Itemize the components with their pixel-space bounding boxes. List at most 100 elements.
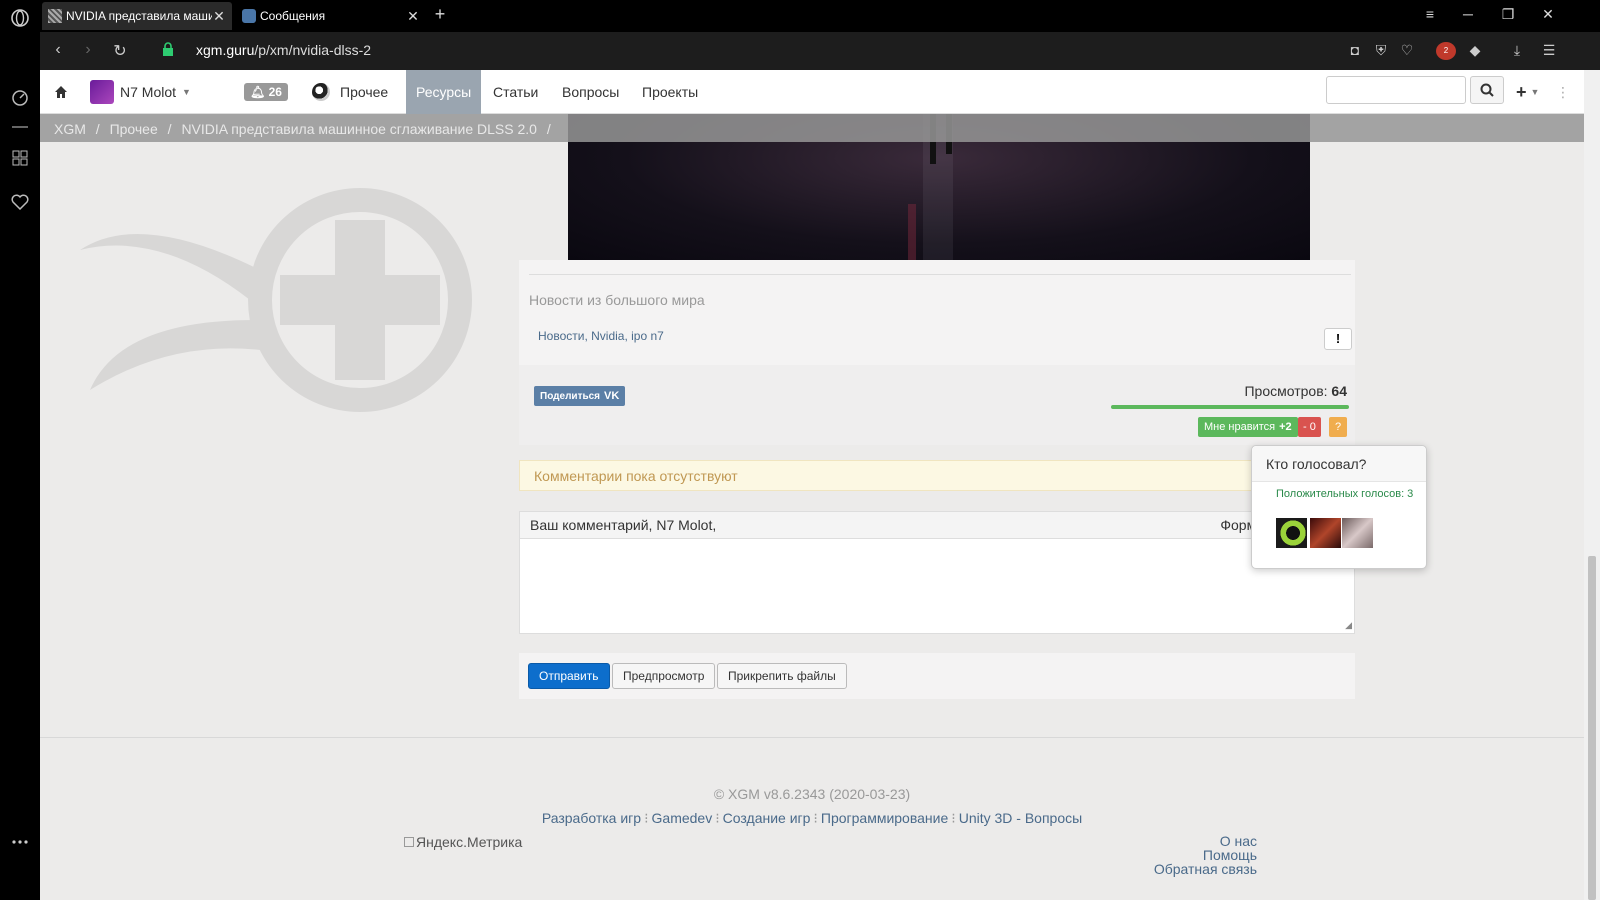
voter-avatar[interactable] (1310, 518, 1341, 548)
notification-badge: 🔔︎ 26 (244, 83, 288, 101)
metrika-alt-text: Яндекс.Метрика (416, 834, 523, 850)
minimize-icon[interactable]: ─ (1458, 6, 1478, 22)
search-button[interactable] (1470, 76, 1504, 104)
dislike-button[interactable]: - 0 (1298, 417, 1321, 437)
nav-item-projects[interactable]: Проекты (642, 70, 698, 114)
caret-down-icon: ▼ (182, 87, 191, 97)
user-name: N7 Molot (120, 84, 177, 100)
breadcrumb-xgm[interactable]: XGM (54, 121, 86, 137)
nav-item-questions[interactable]: Вопросы (562, 70, 619, 114)
popover-title: Кто голосовал? (1252, 446, 1426, 482)
breadcrumb: XGM / Прочее / NVIDIA представила машинн… (40, 114, 1584, 142)
page-scrollbar[interactable] (1584, 70, 1600, 900)
home-icon[interactable] (54, 70, 68, 114)
search-input[interactable] (1326, 76, 1466, 104)
url-host: xgm.guru (196, 42, 255, 58)
comment-form-header: Ваш комментарий, N7 Molot, Форма (520, 512, 1354, 539)
comment-form-title: Ваш комментарий, N7 Molot, (530, 517, 717, 533)
tab-nvidia[interactable]: NVIDIA представила машинное сглаживание … (42, 2, 232, 30)
add-plus-icon[interactable]: + ▼ (1516, 70, 1539, 114)
vk-message-icon (242, 9, 256, 23)
separator-icon: ⁝ (715, 810, 720, 826)
xgm-favicon-icon (48, 9, 62, 23)
attach-files-button[interactable]: Прикрепить файлы (717, 663, 847, 689)
views-label: Просмотров: (1244, 383, 1328, 399)
camera-icon[interactable]: ◘ (1346, 42, 1364, 60)
new-tab-plus-icon[interactable]: + (430, 4, 450, 25)
comment-textarea[interactable] (520, 539, 1354, 633)
tab-title: NVIDIA представила машинное сглаживание … (66, 9, 212, 23)
scrollbar-thumb[interactable] (1588, 556, 1596, 900)
footer-link[interactable]: Создание игр (723, 810, 811, 826)
vk-share-button[interactable]: Поделиться VK (534, 386, 626, 406)
more-dots-icon[interactable] (8, 830, 32, 854)
voter-avatar[interactable] (1276, 518, 1307, 548)
user-menu[interactable]: N7 Molot ▼ (90, 70, 191, 114)
workspaces-icon[interactable] (8, 146, 32, 170)
search-icon (1480, 83, 1494, 97)
footer-links: Разработка игр ⁝ Gamedev ⁝ Создание игр ⁝ Прог… (40, 810, 1584, 827)
back-icon[interactable]: ‹ (48, 41, 68, 59)
vk-logo-icon: VK (604, 390, 620, 402)
submit-button[interactable]: Отправить (528, 663, 610, 689)
like-button[interactable]: Мне нравится +2 (1198, 417, 1298, 437)
close-window-icon[interactable]: ✕ (1538, 6, 1558, 23)
forward-icon[interactable]: › (78, 41, 98, 59)
favorites-heart-icon[interactable] (8, 190, 32, 214)
url-field[interactable]: xgm.guru/p/xm/nvidia-dlss-2 (196, 42, 371, 58)
easy-setup-icon[interactable]: ☰ (1540, 42, 1558, 60)
breadcrumb-other[interactable]: Прочее (110, 121, 158, 137)
footer-link[interactable]: Gamedev (652, 810, 713, 826)
share-label: Поделиться (540, 390, 601, 402)
breadcrumb-article[interactable]: NVIDIA представила машинное сглаживание … (181, 121, 537, 137)
breadcrumb-separator: / (546, 121, 551, 137)
notifications-button[interactable]: 🔔︎ 26 (244, 70, 288, 114)
article-tags[interactable]: Новости, Nvidia, ipo n7 (538, 329, 664, 343)
close-icon[interactable]: ✕ (212, 8, 226, 25)
heart-icon[interactable]: ♡ (1398, 42, 1416, 60)
tab-menu-icon[interactable]: ≡ (1420, 6, 1440, 22)
separator-icon: ⁝ (951, 810, 956, 826)
nav-item-other[interactable]: Прочее (312, 70, 388, 114)
site-navbar: N7 Molot ▼ 🔔︎ 26 Прочее Ресурсы Статьи В… (40, 70, 1584, 114)
tab-messages[interactable]: Сообщения ✕ (236, 2, 426, 30)
notification-count: 26 (268, 85, 282, 99)
nav-item-label: Ресурсы (416, 84, 472, 100)
section-title[interactable]: Новости из большого мира (529, 292, 705, 308)
nav-item-articles[interactable]: Статьи (493, 70, 538, 114)
opera-logo-icon[interactable] (8, 6, 32, 30)
reload-icon[interactable]: ↻ (110, 41, 130, 61)
preview-button[interactable]: Предпросмотр (612, 663, 716, 689)
footer-right-links: О нас Помощь Обратная связь (1040, 834, 1257, 876)
who-voted-button[interactable]: ? (1329, 417, 1347, 437)
footer-link-feedback[interactable]: Обратная связь (1040, 862, 1257, 876)
footer-link[interactable]: Программирование (821, 810, 948, 826)
report-button[interactable]: ! (1324, 328, 1352, 350)
web-page: N7 Molot ▼ 🔔︎ 26 Прочее Ресурсы Статьи В… (40, 70, 1584, 900)
footer-link[interactable]: Разработка игр (542, 810, 641, 826)
footer-link-help[interactable]: Помощь (1040, 848, 1257, 862)
footer-link[interactable]: Unity 3D - Вопросы (959, 810, 1082, 826)
nav-item-label: Прочее (340, 84, 389, 100)
nav-item-resources[interactable]: Ресурсы (406, 70, 482, 114)
who-voted-popover: Кто голосовал? Положительных голосов: 3 (1251, 445, 1427, 569)
positive-votes-count: Положительных голосов: 3 (1276, 488, 1414, 500)
extension-icon[interactable]: ◆ (1466, 42, 1484, 60)
article-body: Новости из большого мира Новости, Nvidia… (519, 260, 1355, 445)
nav-item-label: Проекты (642, 84, 699, 100)
shield-icon[interactable]: ⛨ (1372, 42, 1390, 60)
download-icon[interactable]: ⤓ (1508, 42, 1526, 60)
adblock-icon[interactable]: 2 (1436, 42, 1456, 60)
yandex-metrika-image[interactable]: Яндекс.Метрика (404, 834, 522, 850)
close-icon[interactable]: ✕ (406, 8, 420, 25)
resize-handle-icon[interactable]: ◢ (1345, 620, 1352, 631)
divider (529, 274, 1351, 275)
speed-dial-icon[interactable] (8, 86, 32, 110)
comment-form: Ваш комментарий, N7 Molot, Форма ◢ (519, 511, 1355, 634)
footer-link-about[interactable]: О нас (1040, 834, 1257, 848)
views-counter: Просмотров: 64 (1244, 383, 1347, 399)
voter-avatar[interactable] (1342, 518, 1373, 548)
like-label: Мне нравится (1204, 421, 1276, 433)
avatar (90, 80, 114, 104)
restore-icon[interactable]: ❐ (1498, 6, 1518, 23)
